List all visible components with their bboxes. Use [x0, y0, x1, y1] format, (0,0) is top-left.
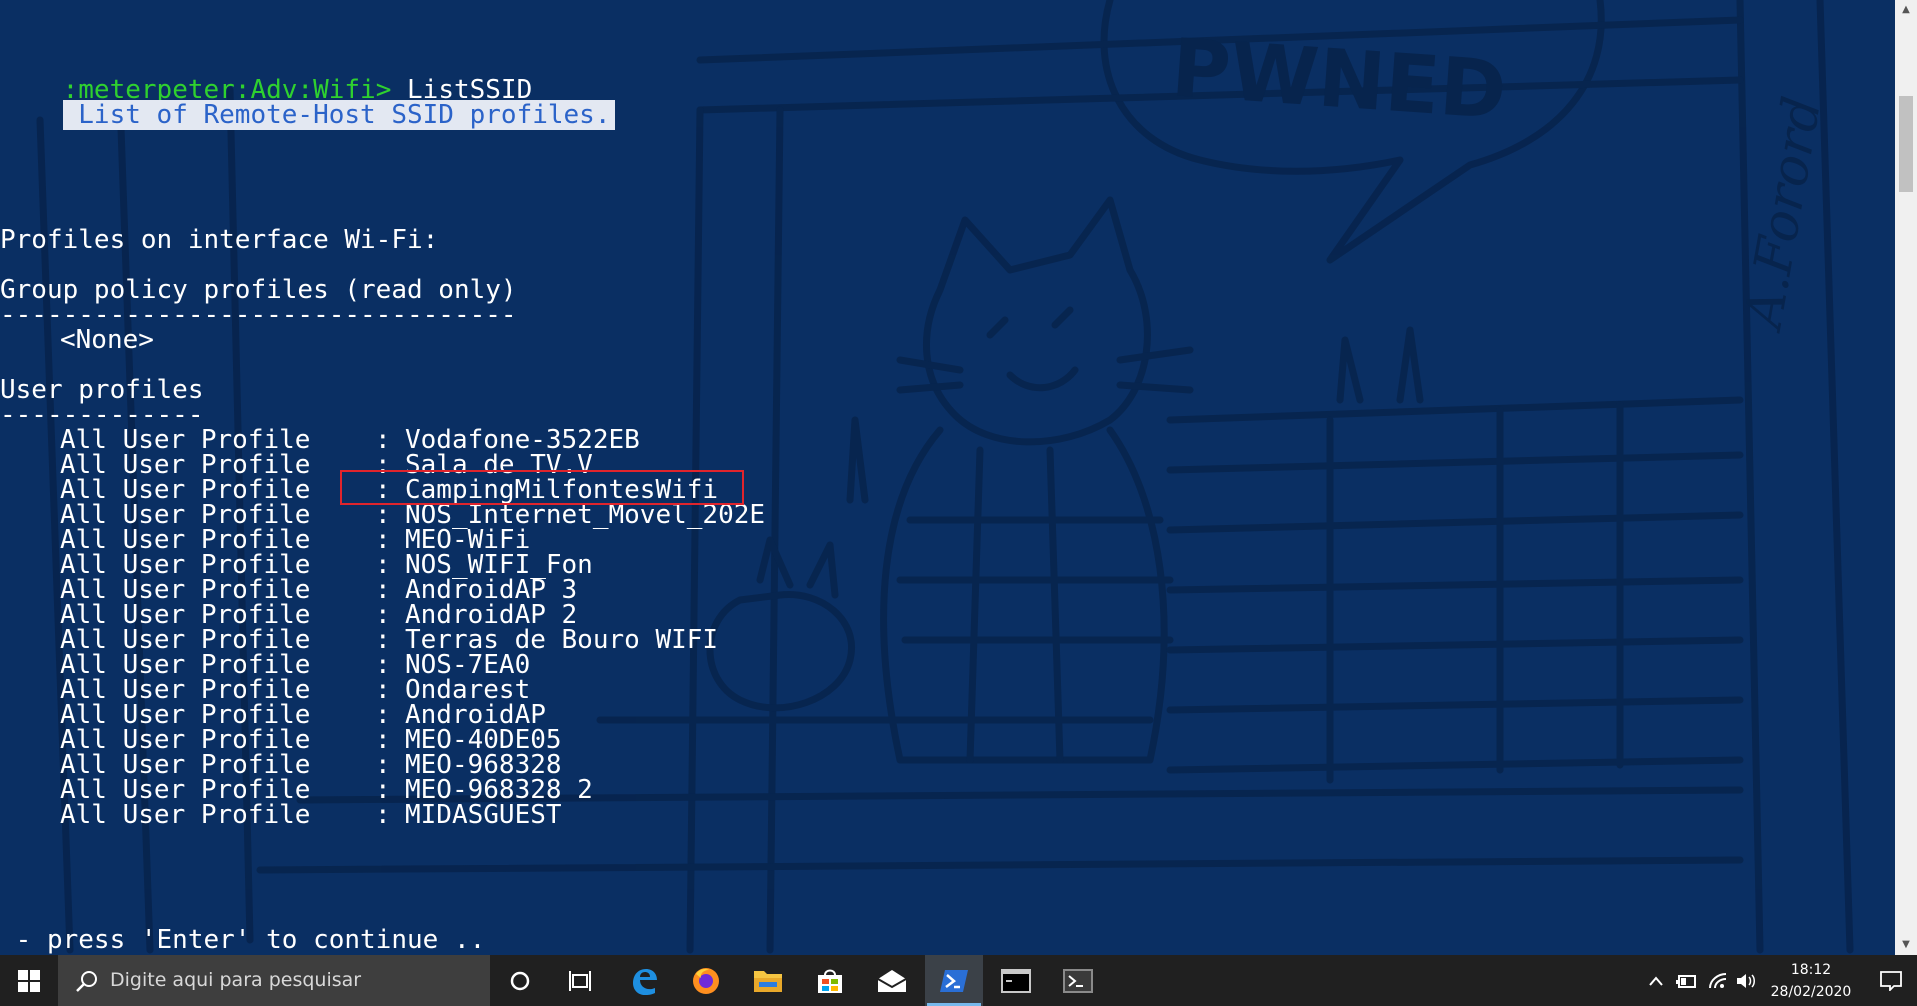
scroll-up-arrow-icon[interactable]: ▲ [1895, 0, 1917, 20]
cortana-button[interactable] [492, 955, 548, 1006]
tray-clock[interactable]: 18:12 28/02/2020 [1758, 959, 1864, 1003]
profile-ssid: MIDASGUEST [405, 800, 562, 830]
battery-button[interactable] [1673, 955, 1701, 1006]
store-button[interactable] [801, 955, 859, 1006]
firefox-button[interactable] [677, 955, 735, 1006]
terminal-button[interactable] [1049, 955, 1107, 1006]
tray-time: 18:12 [1790, 962, 1832, 978]
terminal-scrollbar[interactable]: ▲ ▼ [1895, 0, 1917, 955]
notification-icon [1879, 970, 1902, 991]
cortana-icon [510, 971, 530, 990]
profile-separator: : [375, 800, 391, 830]
start-button[interactable] [0, 955, 58, 1006]
profiles-header: Profiles on interface Wi-Fi: [0, 225, 439, 255]
edge-icon [633, 968, 657, 995]
command-description: List of Remote-Host SSID profiles. [62, 100, 615, 130]
user-profile-row: All User Profile: MIDASGUEST [0, 800, 900, 830]
scroll-thumb[interactable] [1899, 96, 1913, 192]
firefox-icon [693, 967, 719, 994]
cmd-button[interactable] [987, 955, 1045, 1006]
wifi-icon [1709, 972, 1727, 988]
task-view-icon [569, 970, 591, 991]
taskbar-search-box[interactable]: Digite aqui para pesquisar [58, 955, 490, 1006]
tray-chevron-icon [1649, 975, 1663, 986]
ssid-highlight-box [340, 470, 744, 505]
mail-icon [877, 969, 907, 992]
volume-icon [1737, 973, 1755, 988]
edge-button[interactable] [615, 955, 673, 1006]
file-explorer-button[interactable] [739, 955, 797, 1006]
group-policy-none: <None> [60, 325, 154, 355]
command-line: :meterpeter:Adv:Wifi> ListSSID [0, 53, 533, 103]
notification-button[interactable] [1864, 955, 1917, 1006]
volume-button[interactable] [1733, 955, 1759, 1006]
cmd-icon [1001, 968, 1031, 993]
powershell-icon [940, 969, 968, 992]
search-icon [76, 971, 97, 992]
file-explorer-icon [754, 970, 782, 992]
tray-date: 28/02/2020 [1770, 984, 1852, 1000]
description-line: List of Remote-Host SSID profiles. [0, 78, 615, 130]
powershell-button[interactable] [925, 955, 983, 1006]
task-view-button[interactable] [552, 955, 608, 1006]
scroll-down-arrow-icon[interactable]: ▼ [1895, 935, 1917, 955]
profile-label: All User Profile [60, 800, 311, 830]
terminal-window[interactable]: :meterpeter:Adv:Wifi> ListSSID List of R… [0, 0, 1895, 955]
store-icon [818, 969, 842, 993]
battery-icon [1676, 974, 1696, 988]
mail-button[interactable] [863, 955, 921, 1006]
windows-start-icon [18, 969, 40, 992]
taskbar: Digite aqui para pesquisar 18:12 28/02/2… [0, 955, 1917, 1006]
terminal-icon [1063, 968, 1093, 993]
search-placeholder: Digite aqui para pesquisar [110, 969, 362, 991]
continue-prompt: - press 'Enter' to continue .. [0, 925, 486, 955]
wifi-button[interactable] [1705, 955, 1731, 1006]
tray-chevron-button[interactable] [1643, 955, 1669, 1006]
